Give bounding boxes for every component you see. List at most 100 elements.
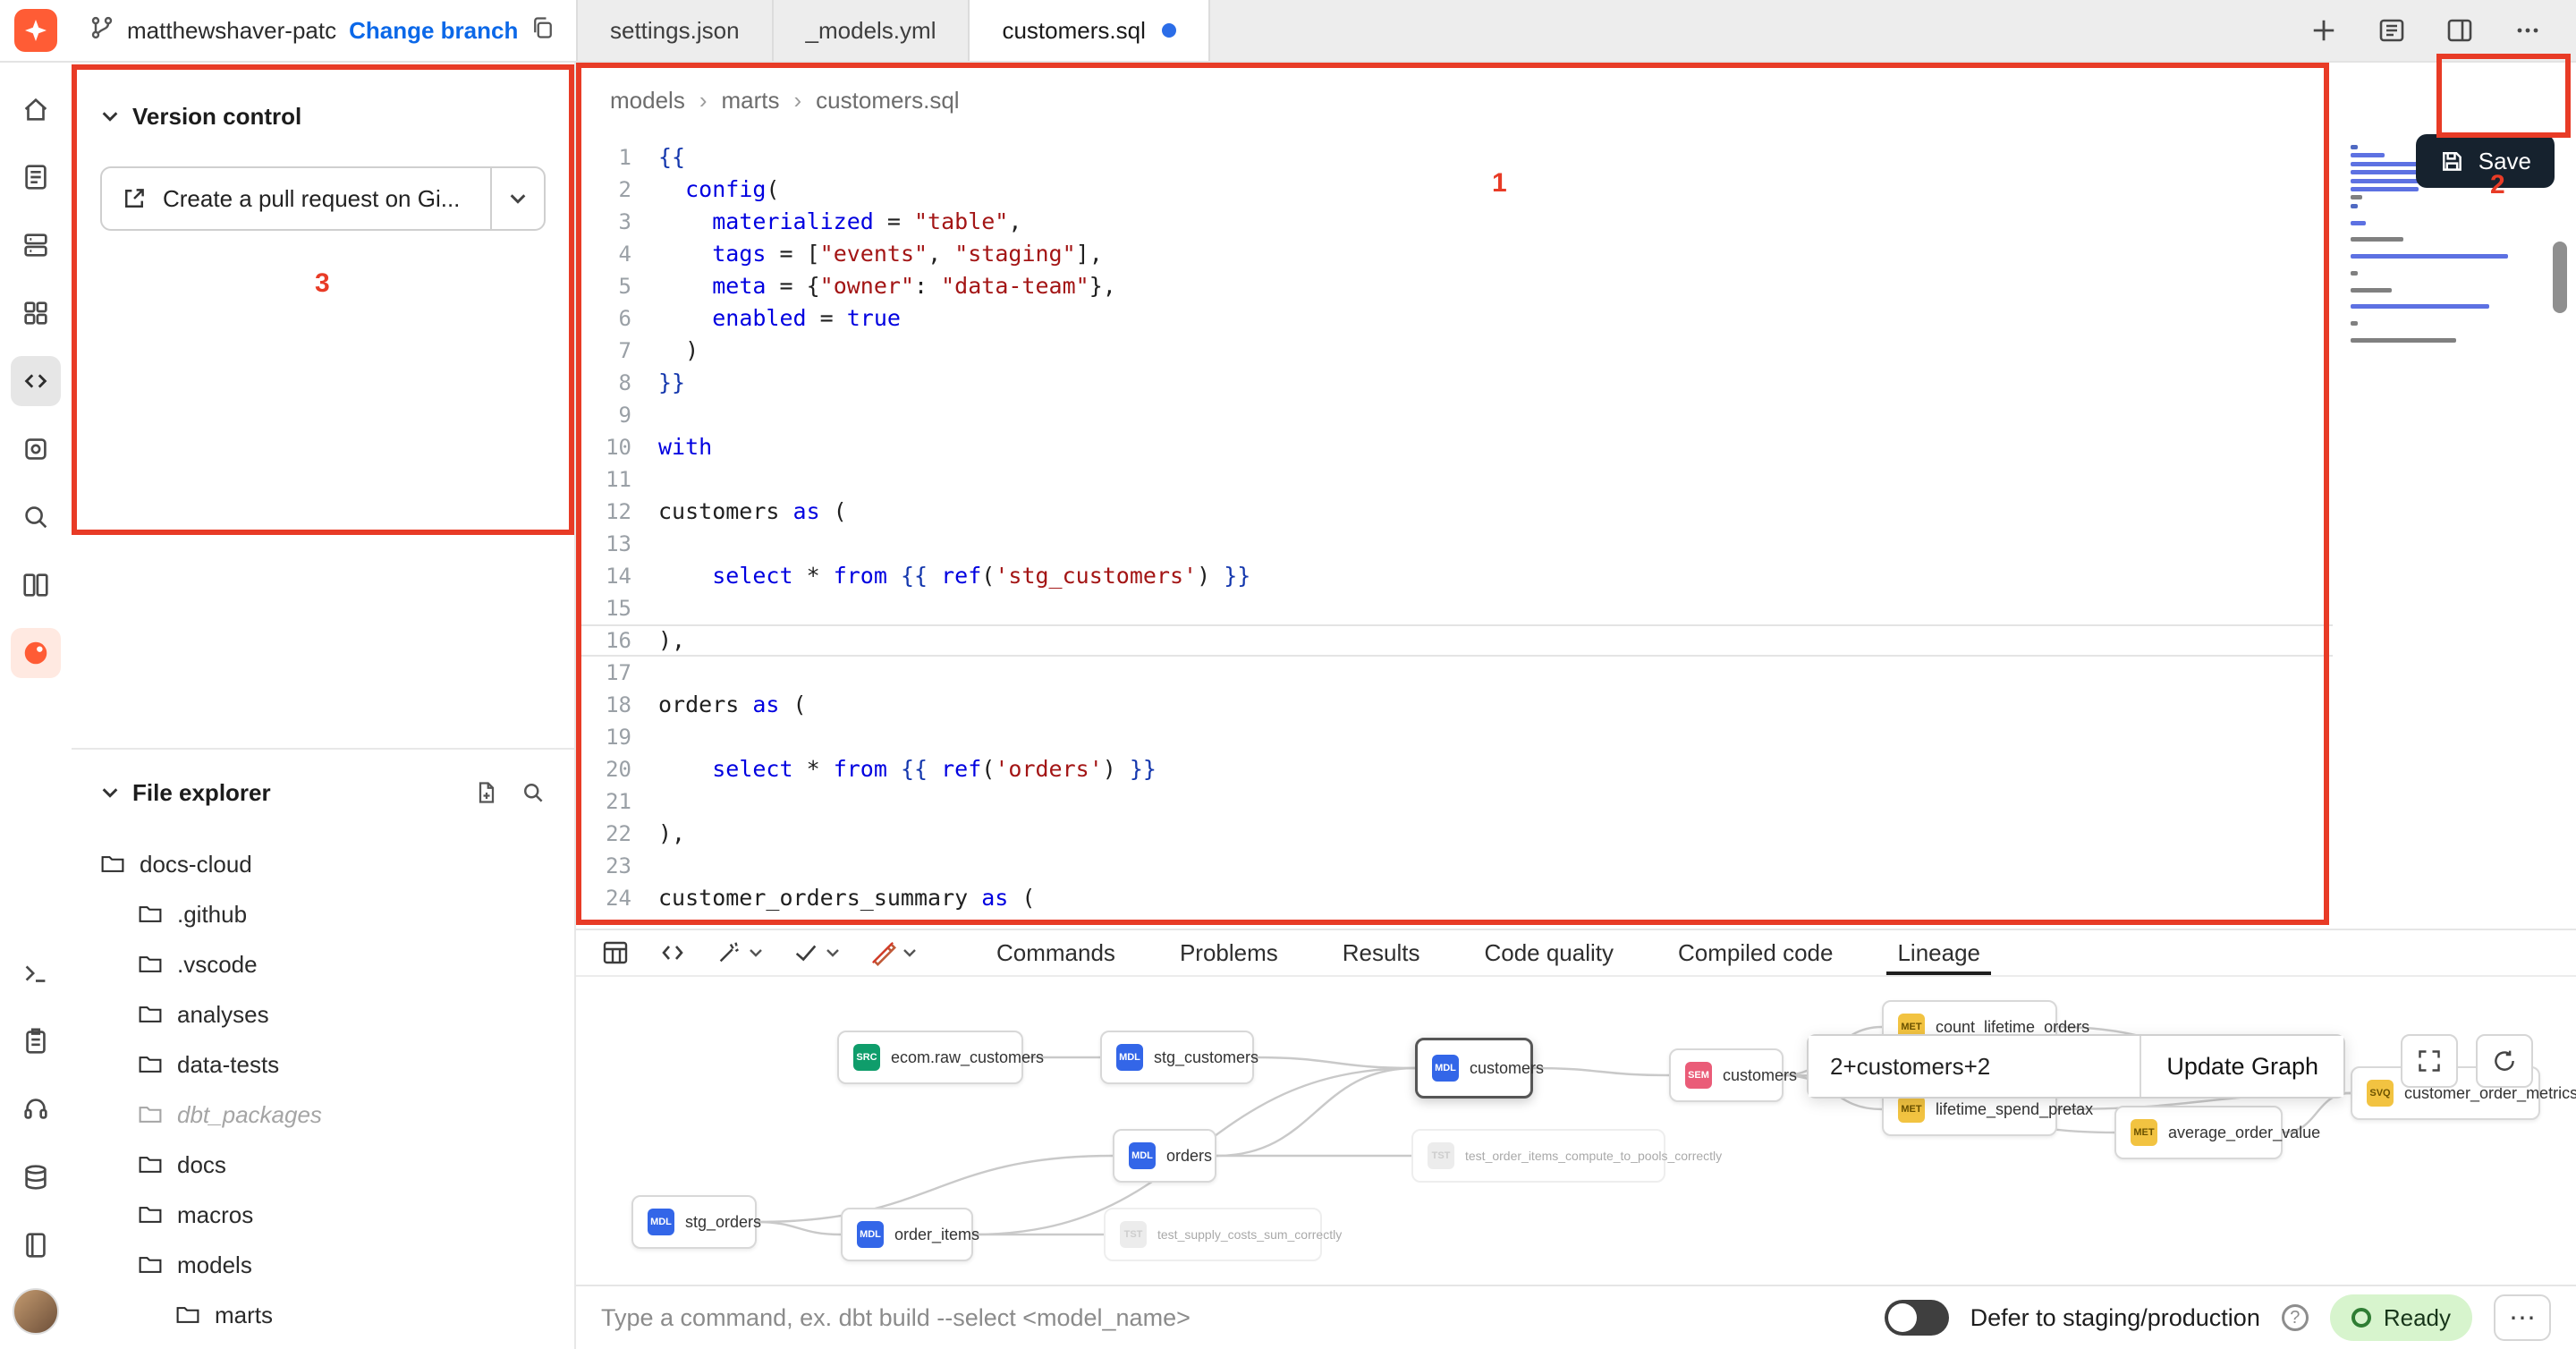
code-line[interactable]: 2 config( [576,174,2333,206]
file-tree-item[interactable]: .vscode [72,939,574,989]
file-tree-item[interactable]: marts [72,1290,574,1340]
file-tree-item[interactable]: docs-cloud [72,839,574,889]
code-line[interactable]: 6 enabled = true [576,302,2333,335]
sidebar-notebook-icon[interactable] [11,1220,61,1270]
file-tree-item[interactable]: docs [72,1140,574,1190]
editor-tab[interactable]: customers.sql [970,0,1209,61]
new-tab-icon[interactable] [2304,11,2343,50]
new-file-icon[interactable] [474,780,499,805]
bottom-tab-results[interactable]: Results [1343,930,1420,975]
code-line[interactable]: 11 [576,463,2333,496]
lineage-node-stg_orders[interactable]: MDLstg_orders [631,1195,757,1249]
code-line[interactable]: 8}} [576,367,2333,399]
lineage-node-order_items[interactable]: MDLorder_items [841,1208,973,1261]
code-area[interactable]: 1{{2 config(3 materialized = "table",4 t… [576,141,2333,914]
create-pr-dropdown-button[interactable] [490,168,544,229]
sidebar-explore-icon[interactable] [11,492,61,542]
user-avatar[interactable] [13,1288,59,1335]
lineage-node-orders[interactable]: MDLorders [1113,1129,1216,1183]
code-line[interactable]: 23 [576,850,2333,882]
breadcrumb-item[interactable]: models [610,87,685,115]
changelog-panel-icon[interactable] [2372,11,2411,50]
code-line[interactable]: 20 select * from {{ ref('orders') }} [576,753,2333,785]
defer-toggle[interactable] [1885,1300,1949,1336]
format-menu[interactable] [869,939,918,966]
lineage-node-raw_customers[interactable]: SRCecom.raw_customers [837,1031,1023,1084]
editor-tab[interactable]: _models.yml [774,0,970,61]
bottom-tab-commands[interactable]: Commands [996,930,1115,975]
code-line[interactable]: 22), [576,818,2333,850]
code-line[interactable]: 19 [576,721,2333,753]
sidebar-jobs-icon[interactable] [11,424,61,474]
file-tree-item[interactable]: macros [72,1190,574,1240]
file-explorer-header[interactable]: File explorer [72,771,574,814]
sidebar-support-icon[interactable] [11,1084,61,1134]
bottom-tab-compiled-code[interactable]: Compiled code [1678,930,1833,975]
code-line[interactable]: 7 ) [576,335,2333,367]
editor-scrollbar[interactable] [2553,242,2567,313]
code-line[interactable]: 14 select * from {{ ref('stg_customers')… [576,560,2333,592]
sidebar-ide-editor-icon[interactable] [11,356,61,406]
file-tree-item[interactable]: .github [72,889,574,939]
bottom-tab-lineage[interactable]: Lineage [1897,930,1980,975]
code-line[interactable]: 18orders as ( [576,689,2333,721]
copy-branch-icon[interactable] [530,15,555,47]
refresh-icon[interactable] [2476,1034,2533,1088]
lineage-canvas[interactable]: SRCecom.raw_customers MDLstg_customers MDL… [576,977,2576,1285]
sidebar-home-icon[interactable] [11,84,61,134]
version-control-header[interactable]: Version control [72,95,574,138]
sidebar-compare-icon[interactable] [11,560,61,610]
lineage-selector-input[interactable] [1809,1036,2140,1097]
fullscreen-icon[interactable] [2401,1034,2458,1088]
code-line[interactable]: 13 [576,528,2333,560]
sidebar-apps-icon[interactable] [11,288,61,338]
change-branch-link[interactable]: Change branch [349,17,518,45]
bottom-tab-code-quality[interactable]: Code quality [1484,930,1614,975]
file-tree-item[interactable]: dbt_packages [72,1090,574,1140]
lineage-node-customers_sem[interactable]: SEMcustomers [1669,1048,1784,1102]
split-editor-icon[interactable] [2440,11,2479,50]
lineage-node-test_supply_costs[interactable]: TSTtest_supply_costs_sum_correctly [1104,1208,1322,1261]
bottom-tab-problems[interactable]: Problems [1180,930,1278,975]
sidebar-logs-icon[interactable] [11,1016,61,1066]
test-menu[interactable] [792,939,841,966]
code-line[interactable]: 15 [576,592,2333,624]
command-input[interactable] [601,1304,1863,1332]
code-line[interactable]: 16), [576,624,2333,657]
code-line[interactable]: 21 [576,785,2333,818]
overflow-menu-icon[interactable] [2508,11,2547,50]
sidebar-terminal-icon[interactable] [11,948,61,998]
save-button[interactable]: Save [2416,134,2555,188]
sidebar-database-icon[interactable] [11,1152,61,1202]
code-line[interactable]: 12customers as ( [576,496,2333,528]
create-pr-button[interactable]: Create a pull request on Gi... [102,168,490,229]
preview-table-icon[interactable] [601,938,630,967]
code-line[interactable]: 10with [576,431,2333,463]
sidebar-environments-icon[interactable] [11,220,61,270]
file-tree-item[interactable]: models [72,1240,574,1290]
lineage-node-customers[interactable]: MDLcustomers [1415,1038,1533,1099]
code-line[interactable]: 9 [576,399,2333,431]
breadcrumb-item[interactable]: marts [722,87,780,115]
command-overflow-button[interactable]: ⋯ [2494,1294,2551,1341]
update-graph-button[interactable]: Update Graph [2140,1036,2343,1097]
code-line[interactable]: 3 materialized = "table", [576,206,2333,238]
sidebar-docs-icon[interactable] [11,152,61,202]
help-icon[interactable]: ? [2282,1304,2309,1331]
code-view-icon[interactable] [658,938,687,967]
editor-tab[interactable]: settings.json [578,0,774,61]
sidebar-dbt-assist-icon[interactable] [11,628,61,678]
code-line[interactable]: 17 [576,657,2333,689]
breadcrumb-item[interactable]: customers.sql [816,87,959,115]
dbt-logo[interactable] [0,0,72,61]
lineage-node-test_order_items[interactable]: TSTtest_order_items_compute_to_pools_cor… [1411,1129,1665,1183]
code-line[interactable]: 1{{ [576,141,2333,174]
file-tree-item[interactable]: data-tests [72,1039,574,1090]
search-icon[interactable] [521,780,546,805]
code-line[interactable]: 24customer_orders_summary as ( [576,882,2333,914]
code-line[interactable]: 4 tags = ["events", "staging"], [576,238,2333,270]
lineage-node-average_order_value[interactable]: METaverage_order_value [2114,1106,2283,1159]
code-line[interactable]: 5 meta = {"owner": "data-team"}, [576,270,2333,302]
file-tree-item[interactable]: analyses [72,989,574,1039]
lineage-node-stg_customers[interactable]: MDLstg_customers [1100,1031,1254,1084]
